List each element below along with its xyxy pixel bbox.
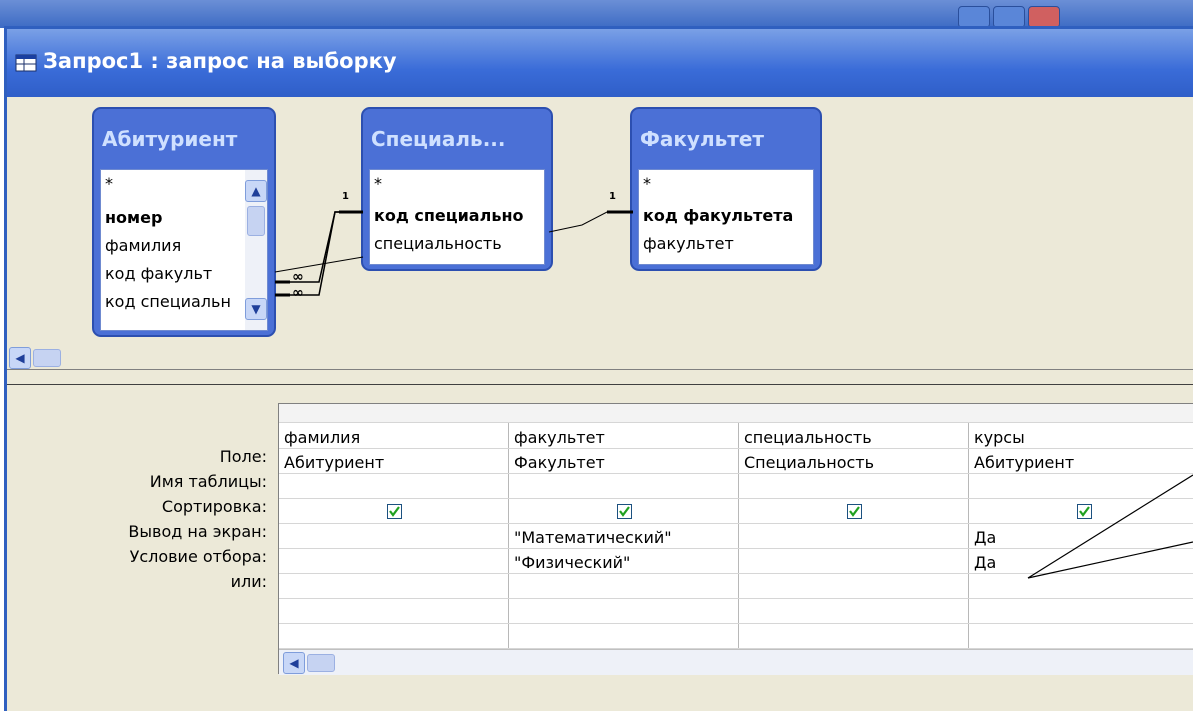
design-scroll-thumb[interactable] (33, 349, 61, 367)
table-row (279, 423, 1193, 449)
cell-or[interactable]: Да (974, 553, 996, 572)
cell-table[interactable]: Факультет (514, 453, 605, 472)
table-design-area: Абитуриент * номер фамилия код факульт к… (7, 97, 1193, 369)
close-button[interactable] (1028, 6, 1060, 28)
window-title-bar: Запрос1 : запрос на выборку (7, 29, 1193, 97)
outer-title-bar (0, 0, 1193, 28)
relation-one-label: 1 (609, 191, 616, 202)
table-row (279, 623, 1193, 649)
cell-criteria[interactable]: Да (974, 528, 996, 547)
row-label-show: Вывод на экран: (128, 522, 267, 541)
cell-or[interactable]: "Физический" (514, 553, 630, 572)
query-window: Запрос1 : запрос на выборку Абитуриент *… (4, 26, 1193, 711)
cell-table[interactable]: Абитуриент (284, 453, 384, 472)
cell-field[interactable]: фамилия (284, 428, 360, 447)
grid-horizontal-scrollbar[interactable]: ◀ (279, 649, 1193, 675)
relation-specialnost-fakultet[interactable] (548, 211, 633, 233)
grid-scroll-thumb[interactable] (307, 654, 335, 672)
cell-field[interactable]: факультет (514, 428, 605, 447)
table-row (279, 548, 1193, 574)
pane-splitter[interactable] (7, 369, 1193, 386)
show-checkbox[interactable] (847, 504, 862, 519)
show-checkbox[interactable] (1077, 504, 1092, 519)
row-label-table: Имя таблицы: (149, 472, 267, 491)
row-label-field: Поле: (219, 447, 267, 466)
table-row (279, 498, 1193, 524)
scroll-left-icon[interactable]: ◀ (283, 652, 305, 674)
relation-many-label: ∞ (292, 285, 304, 301)
cell-table[interactable]: Абитуриент (974, 453, 1074, 472)
show-checkbox[interactable] (617, 504, 632, 519)
window-title: Запрос1 : запрос на выборку (43, 49, 397, 73)
minimize-button[interactable] (958, 6, 990, 28)
relation-abiturient-fakultet[interactable] (274, 256, 364, 273)
cell-field[interactable]: специальность (744, 428, 872, 447)
query-icon (15, 54, 37, 72)
relationship-lines (274, 210, 633, 297)
cell-field[interactable]: курсы (974, 428, 1025, 447)
cell-criteria[interactable]: "Математический" (514, 528, 672, 547)
row-label-sort: Сортировка: (161, 497, 267, 516)
scroll-left-icon[interactable]: ◀ (9, 347, 31, 369)
table-row (279, 473, 1193, 499)
cell-table[interactable]: Специальность (744, 453, 874, 472)
table-row (279, 573, 1193, 599)
table-row (279, 598, 1193, 624)
relation-many-label: ∞ (292, 269, 304, 285)
qbe-grid-area: Поле: Имя таблицы: Сортировка: Вывод на … (7, 385, 1193, 711)
show-checkbox[interactable] (387, 504, 402, 519)
row-label-criteria: Условие отбора: (129, 547, 267, 566)
maximize-button[interactable] (993, 6, 1025, 28)
table-row (279, 523, 1193, 549)
row-label-or: или: (230, 572, 267, 591)
qbe-grid: фамилия факультет специальность курсы Аб… (278, 403, 1193, 675)
column-selector-row[interactable] (279, 404, 1193, 423)
relation-one-label: 1 (342, 191, 349, 202)
